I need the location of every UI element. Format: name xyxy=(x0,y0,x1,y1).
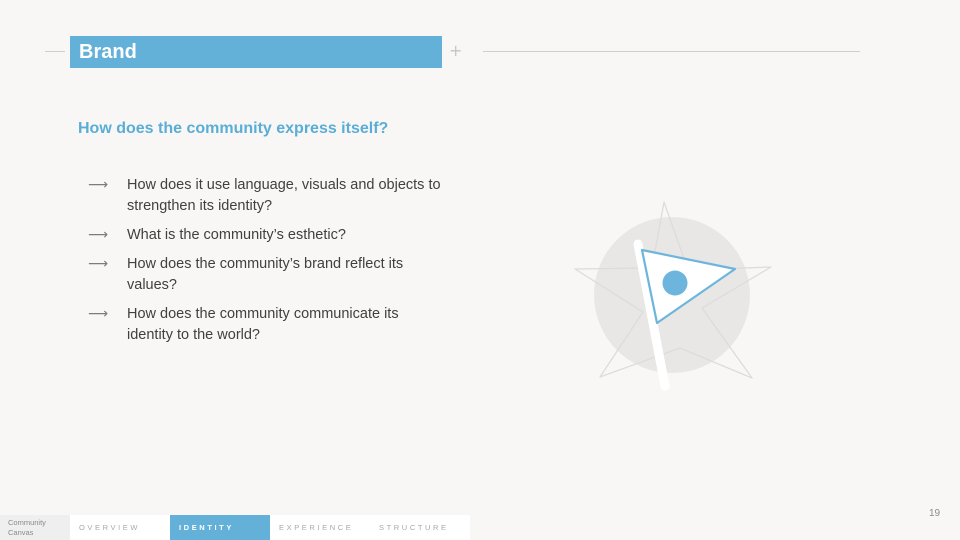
arrow-right-icon: ⟶ xyxy=(88,306,109,322)
question-list: ⟶ How does it use language, visuals and … xyxy=(88,175,448,354)
arrow-right-icon: ⟶ xyxy=(88,227,109,243)
question-text: How does it use language, visuals and ob… xyxy=(127,177,441,214)
footer-brand-line: Canvas xyxy=(8,528,34,537)
tab-overview[interactable]: OVERVIEW xyxy=(70,515,170,540)
question-text: How does the community communicate its i… xyxy=(127,306,399,343)
question-text: What is the community’s esthetic? xyxy=(127,227,346,243)
footer-brand: Community Canvas xyxy=(0,515,70,540)
header-rule-left xyxy=(45,51,65,52)
footer-brand-line: Community xyxy=(8,518,46,527)
list-item: ⟶ How does the community communicate its… xyxy=(88,304,448,346)
question-text: How does the community’s brand reflect i… xyxy=(127,256,404,293)
page-number: 19 xyxy=(929,508,941,519)
header-rule-right xyxy=(483,51,860,52)
arrow-right-icon: ⟶ xyxy=(88,256,109,272)
section-question: How does the community express itself? xyxy=(78,120,389,137)
flag-with-star-icon xyxy=(574,201,772,391)
tab-experience[interactable]: EXPERIENCE xyxy=(270,515,370,540)
list-item: ⟶ What is the community’s esthetic? xyxy=(88,225,448,246)
flag-dot xyxy=(662,270,688,296)
plus-icon: + xyxy=(449,41,463,60)
tab-identity[interactable]: IDENTITY xyxy=(170,515,270,540)
page-title: Brand xyxy=(70,36,442,68)
list-item: ⟶ How does it use language, visuals and … xyxy=(88,175,448,217)
tab-structure[interactable]: STRUCTURE xyxy=(370,515,470,540)
list-item: ⟶ How does the community’s brand reflect… xyxy=(88,254,448,296)
section-nav: Community Canvas OVERVIEW IDENTITY EXPER… xyxy=(0,515,470,540)
arrow-right-icon: ⟶ xyxy=(88,177,109,193)
